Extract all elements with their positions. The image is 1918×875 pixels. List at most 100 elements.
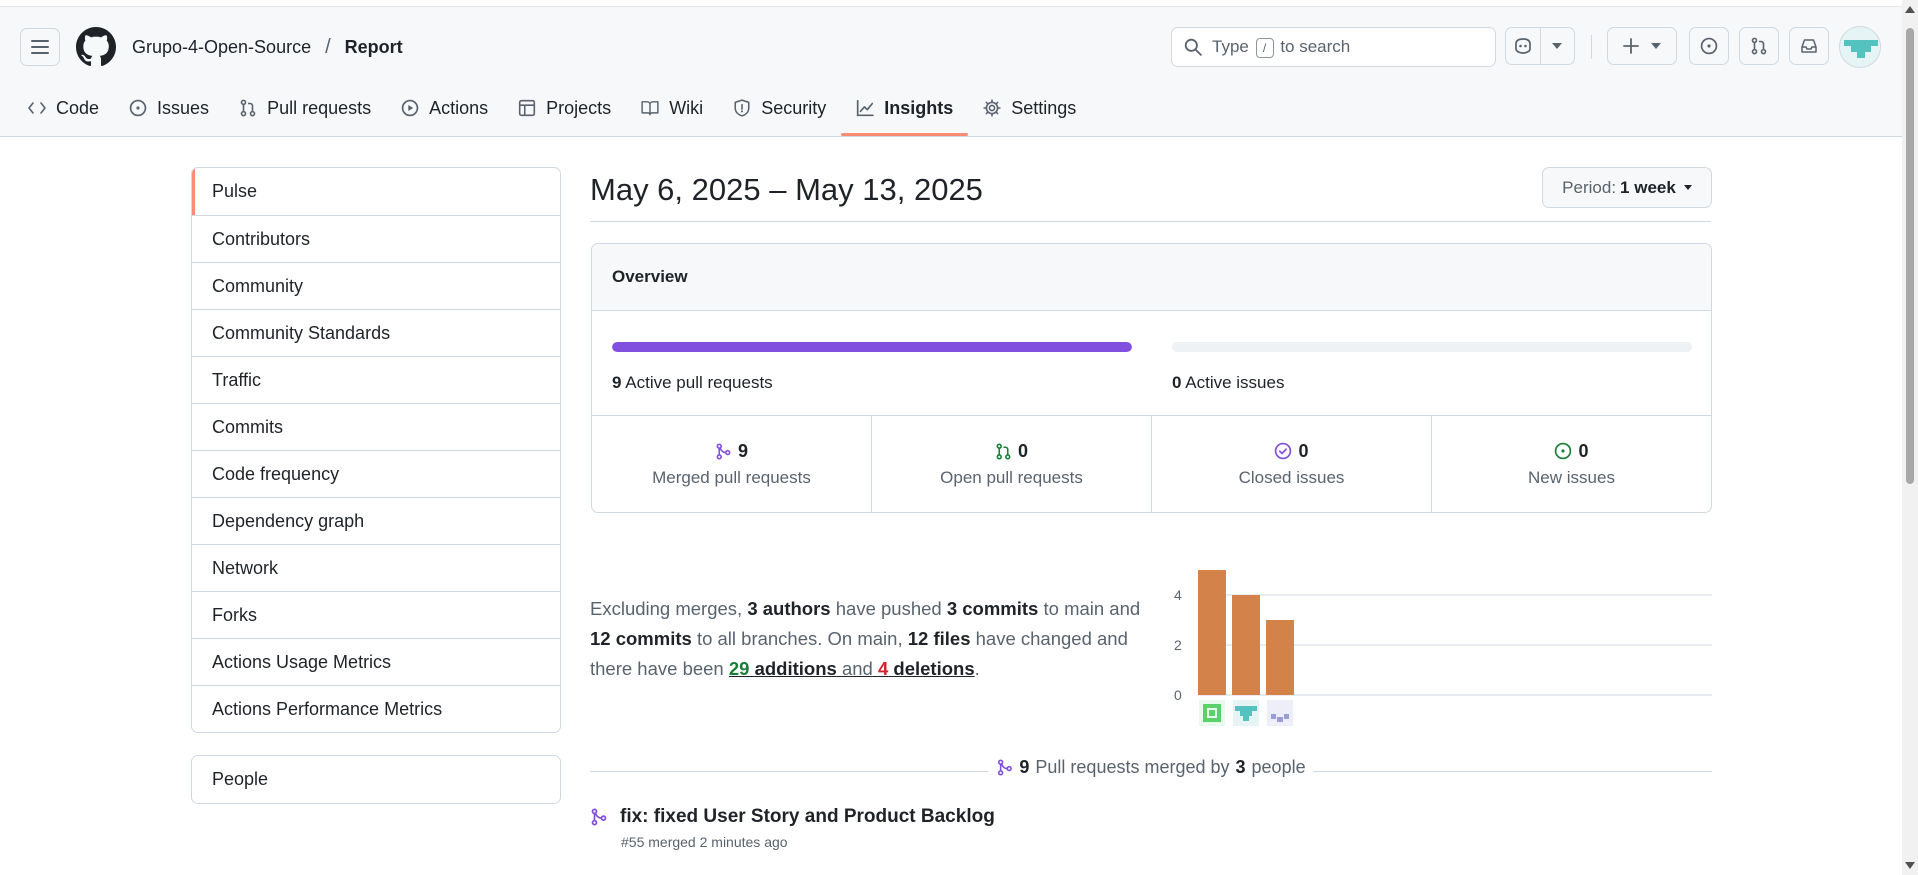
stat-new-issues[interactable]: 0 New issues xyxy=(1431,416,1711,512)
active-prs-progress[interactable] xyxy=(612,342,1132,352)
sidebar-item-community[interactable]: Community xyxy=(192,262,560,309)
copilot-button[interactable] xyxy=(1506,28,1540,64)
git-merge-icon xyxy=(591,808,607,826)
overview-box: Overview 9 Active pull requests 0 Active… xyxy=(591,243,1712,513)
tab-label: Pull requests xyxy=(267,97,372,118)
sidebar-item-actions-usage-metrics[interactable]: Actions Usage Metrics xyxy=(192,638,560,685)
tab-label: Issues xyxy=(157,97,210,118)
inbox-icon xyxy=(1801,39,1817,53)
sidebar-item-forks[interactable]: Forks xyxy=(192,591,560,638)
notifications-button[interactable] xyxy=(1789,27,1829,65)
page-scrollbar[interactable] xyxy=(1902,0,1918,875)
active-issues-progress[interactable] xyxy=(1172,342,1692,352)
breadcrumb: Grupo-4-Open-Source / Report xyxy=(132,36,403,59)
commits-main-count: 3 commits xyxy=(946,598,1039,619)
insights-sidebar-secondary: People xyxy=(191,755,561,804)
tab-projects[interactable]: Projects xyxy=(503,88,626,128)
search-input[interactable]: Type / to search xyxy=(1171,27,1496,67)
user-identicon-icon xyxy=(1840,27,1880,67)
search-placeholder: Type / to search xyxy=(1212,36,1351,58)
chart-bar[interactable] xyxy=(1266,620,1294,695)
tab-wiki[interactable]: Wiki xyxy=(626,88,718,128)
sidebar-item-actions-performance-metrics[interactable]: Actions Performance Metrics xyxy=(192,685,560,732)
tab-code[interactable]: Code xyxy=(28,88,114,128)
pr-title-link[interactable]: fix: fixed User Story and Product Backlo… xyxy=(620,806,995,828)
your-issues-button[interactable] xyxy=(1689,27,1729,65)
tab-label: Settings xyxy=(1011,97,1077,118)
y-tick-label: 0 xyxy=(1174,687,1182,703)
tab-label: Code xyxy=(56,97,100,118)
tab-settings[interactable]: Settings xyxy=(968,88,1091,128)
tab-security[interactable]: Security xyxy=(718,88,841,128)
scrollbar-thumb[interactable] xyxy=(1906,28,1914,484)
sidebar-item-community-standards[interactable]: Community Standards xyxy=(192,309,560,356)
tab-insights[interactable]: Insights xyxy=(841,88,969,136)
activity-bars: 9 Active pull requests 0 Active issues xyxy=(592,311,1711,416)
triangle-down-icon xyxy=(1651,43,1661,49)
sidebar-item-pulse[interactable]: Pulse xyxy=(192,168,560,215)
sidebar-item-people[interactable]: People xyxy=(192,756,560,803)
sidebar-item-network[interactable]: Network xyxy=(192,544,560,591)
contributor-avatar-icon[interactable] xyxy=(1267,700,1293,726)
sidebar-item-dependency-graph[interactable]: Dependency graph xyxy=(192,497,560,544)
commits-all-count: 12 commits xyxy=(590,628,692,649)
tab-label: Actions xyxy=(429,97,489,118)
three-bars-icon xyxy=(31,40,49,54)
tab-label: Insights xyxy=(884,97,954,118)
repo-owner-link[interactable]: Grupo-4-Open-Source xyxy=(132,37,311,58)
tab-label: Security xyxy=(761,97,827,118)
contributor-avatar-icon[interactable] xyxy=(1199,700,1225,726)
tab-issues[interactable]: Issues xyxy=(114,88,224,128)
insights-sidebar: Pulse Contributors Community Community S… xyxy=(191,167,561,733)
pr-meta: #55 merged 2 minutes ago xyxy=(621,834,788,850)
play-icon xyxy=(401,99,419,117)
code-icon xyxy=(28,102,46,114)
table-icon xyxy=(519,99,536,117)
create-new-button[interactable] xyxy=(1607,27,1677,65)
tab-actions[interactable]: Actions xyxy=(386,88,503,128)
shield-icon xyxy=(734,99,750,117)
tab-pull-requests[interactable]: Pull requests xyxy=(224,88,386,128)
contributor-avatar-icon[interactable] xyxy=(1233,700,1259,726)
your-pull-requests-button[interactable] xyxy=(1739,27,1779,65)
y-tick-label: 2 xyxy=(1174,637,1182,653)
git-pull-request-icon xyxy=(240,99,256,117)
list-item: fix: fixed User Story and Product Backlo… xyxy=(590,806,1590,850)
commits-by-author-chart: 0 2 4 xyxy=(1160,560,1712,730)
commit-summary: Excluding merges, 3 authors have pushed … xyxy=(590,598,1141,679)
sidebar-item-commits[interactable]: Commits xyxy=(192,403,560,450)
additions-deletions-link[interactable]: 29 additions and 4 deletions xyxy=(729,658,975,679)
github-logo-icon[interactable] xyxy=(76,27,116,67)
period-select-button[interactable]: Period: 1 week xyxy=(1542,167,1712,208)
copilot-button-group xyxy=(1505,27,1575,65)
header-divider xyxy=(1591,35,1592,59)
copilot-dropdown-button[interactable] xyxy=(1539,28,1575,64)
chart-bar[interactable] xyxy=(1198,570,1226,695)
avatar[interactable] xyxy=(1839,26,1881,68)
sidebar-item-traffic[interactable]: Traffic xyxy=(192,356,560,403)
gear-icon xyxy=(983,99,1001,117)
scroll-down-icon[interactable] xyxy=(1905,862,1915,869)
app-header: Grupo-4-Open-Source / Report Type / to s… xyxy=(0,0,1902,137)
plus-icon xyxy=(1623,38,1639,54)
slash-key: / xyxy=(1255,37,1274,58)
merged-pr-summary: 9 Pull requests merged by 3 people xyxy=(590,757,1712,779)
scroll-up-icon[interactable] xyxy=(1905,6,1915,13)
repo-name-link[interactable]: Report xyxy=(345,37,403,58)
overview-stats: 9 Merged pull requests 0 Open pull reque… xyxy=(592,416,1711,512)
stat-merged-pull-requests[interactable]: 9 Merged pull requests xyxy=(592,416,871,512)
active-prs-summary[interactable]: 9 Active pull requests xyxy=(612,373,773,393)
active-prs-progress-fill xyxy=(612,342,1132,352)
tab-label: Projects xyxy=(546,97,612,118)
stat-open-pull-requests[interactable]: 0 Open pull requests xyxy=(871,416,1151,512)
issue-opened-icon xyxy=(1555,442,1572,460)
tab-label: Wiki xyxy=(669,97,704,118)
chart-bar[interactable] xyxy=(1232,595,1260,695)
open-menu-button[interactable] xyxy=(20,28,60,66)
sidebar-item-contributors[interactable]: Contributors xyxy=(192,215,560,262)
stat-closed-issues[interactable]: 0 Closed issues xyxy=(1151,416,1431,512)
git-merge-icon xyxy=(997,759,1012,776)
sidebar-item-code-frequency[interactable]: Code frequency xyxy=(192,450,560,497)
title-divider xyxy=(590,221,1711,222)
active-issues-summary[interactable]: 0 Active issues xyxy=(1172,373,1284,393)
